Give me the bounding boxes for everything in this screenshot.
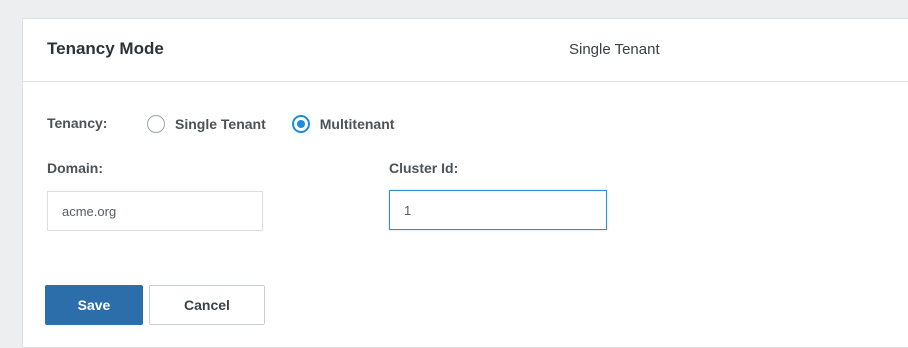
radio-single-tenant[interactable]: Single Tenant xyxy=(147,115,266,133)
radio-multitenant[interactable]: Multitenant xyxy=(291,115,395,133)
radio-single-tenant-label[interactable]: Single Tenant xyxy=(175,116,266,132)
current-tenancy-mode: Single Tenant xyxy=(569,41,660,58)
radio-single-tenant-circle[interactable] xyxy=(147,115,165,133)
domain-field[interactable] xyxy=(47,191,263,231)
domain-label: Domain: xyxy=(47,160,103,176)
tenancy-label: Tenancy: xyxy=(47,115,108,131)
radio-multitenant-circle[interactable] xyxy=(291,115,310,133)
tenancy-radio-group: Single Tenant Multitenant xyxy=(147,113,420,135)
cluster-id-label: Cluster Id: xyxy=(389,160,459,176)
save-button[interactable]: Save xyxy=(45,285,143,325)
cancel-button[interactable]: Cancel xyxy=(149,285,265,325)
panel-header: Tenancy Mode Single Tenant xyxy=(23,19,908,82)
radio-multitenant-label[interactable]: Multitenant xyxy=(320,116,395,132)
tenancy-mode-panel: Tenancy Mode Single Tenant Tenancy: Sing… xyxy=(22,18,908,348)
panel-title: Tenancy Mode xyxy=(47,39,164,58)
cluster-id-field[interactable] xyxy=(389,190,607,230)
